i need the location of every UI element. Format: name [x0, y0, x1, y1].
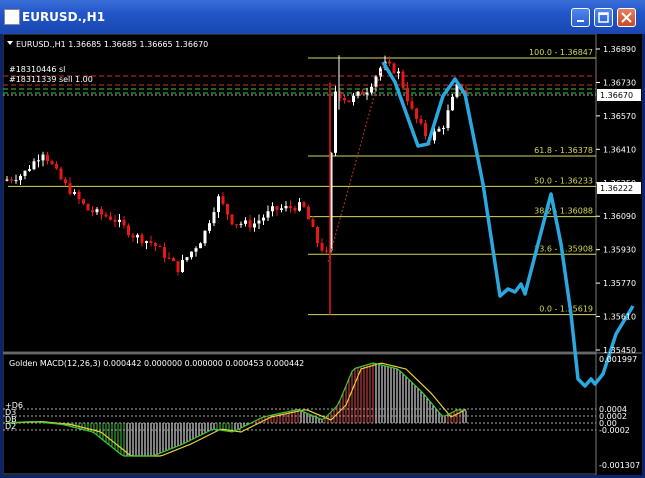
mt4-chart-window: EURUSD.,H1 EURUSD.,H1 1.36685 1.36685 1.…	[0, 0, 645, 478]
price-tick-9: 1.35450	[603, 346, 636, 355]
fib-label-2: 50.0 - 1.36233	[534, 176, 593, 185]
maximize-button[interactable]	[594, 8, 613, 27]
marked-price: 1.36222	[600, 184, 633, 193]
macd-panel	[3, 353, 597, 475]
candle-88	[401, 69, 405, 90]
price-tick-1: 1.36730	[603, 78, 636, 87]
close-button[interactable]	[617, 8, 636, 27]
price-tick-7: 1.35770	[603, 279, 636, 288]
minimize-button[interactable]	[571, 8, 590, 27]
chart-window-icon	[4, 9, 20, 25]
minimize-icon	[577, 20, 584, 22]
chart-area[interactable]: EURUSD.,H1 1.36685 1.36685 1.36665 1.366…	[3, 34, 642, 475]
price-tick-8: 1.35610	[603, 313, 636, 322]
window-title: EURUSD.,H1	[22, 10, 106, 24]
macd-title: Golden MACD(12,26,3) 0.000442 0.000000 0…	[9, 359, 304, 368]
candle-50	[230, 214, 234, 226]
chart-info-header: EURUSD.,H1 1.36685 1.36685 1.36665 1.366…	[16, 40, 208, 49]
fib-label-5: 0.0 - 1.35619	[539, 305, 593, 314]
price-tick-5: 1.36090	[603, 212, 636, 221]
price-tick-3: 1.36410	[603, 145, 636, 154]
macd-axis-tick-5: -0.001307	[599, 461, 640, 470]
price-tick-6: 1.35930	[603, 246, 636, 255]
chart-canvas[interactable]: EURUSD.,H1 1.36685 1.36685 1.36665 1.366…	[3, 34, 642, 475]
candle-73	[334, 85, 337, 157]
candle-86	[392, 62, 396, 75]
current-price: 1.36670	[600, 91, 633, 100]
macd-side-label-4: D2	[5, 422, 16, 431]
candle-18	[86, 203, 90, 211]
title-bar[interactable]: EURUSD.,H1	[0, 0, 645, 34]
order-label-sell: #18311339 sell 1.00	[9, 75, 93, 84]
order-label-sl: #18310446 sl	[9, 65, 65, 74]
price-tick-0: 1.36890	[603, 45, 636, 54]
fib-label-0: 100.0 - 1.36847	[529, 48, 593, 57]
close-icon	[621, 12, 632, 23]
price-tick-2: 1.36570	[603, 112, 636, 121]
macd-axis-tick-0: 0.001997	[599, 355, 637, 364]
macd-axis-tick-4: -0.0002	[599, 426, 630, 435]
candle-67	[307, 204, 310, 220]
fib-label-3: 38.2 - 1.36088	[534, 207, 593, 216]
fib-label-1: 61.8 - 1.36378	[534, 146, 593, 155]
